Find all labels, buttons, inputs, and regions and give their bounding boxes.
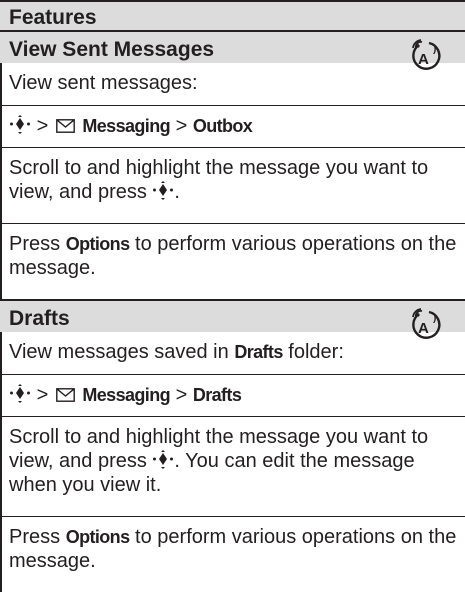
intro-line: View sent messages: — [2, 63, 465, 105]
instruction-step-2: Press Options to perform various operati… — [2, 223, 465, 299]
nav-key-icon — [9, 384, 31, 404]
options-key-label: Options — [65, 527, 130, 547]
step-text: Scroll to and highlight the message you … — [9, 157, 429, 203]
instruction-step-1: Scroll to and highlight the message you … — [2, 147, 465, 223]
table-header: Features — [0, 0, 465, 30]
instruction-step-2: Press Options to perform various operati… — [2, 516, 465, 592]
path-outbox: Outbox — [192, 116, 253, 136]
path-separator: > — [175, 115, 188, 137]
nav-key-icon — [152, 450, 174, 470]
intro-text: folder: — [288, 341, 344, 363]
drafts-label: Drafts — [234, 342, 283, 362]
path-separator: > — [36, 115, 49, 137]
envelope-icon — [56, 388, 75, 402]
intro-line: View messages saved in Drafts folder: — [2, 332, 465, 374]
section-title-text: View Sent Messages — [9, 38, 215, 61]
step-text: Press — [9, 526, 61, 548]
menu-path: > Messaging > Drafts — [2, 374, 465, 416]
section-title-text: Drafts — [9, 307, 70, 330]
features-table: Features View Sent Messages View sent me… — [0, 0, 465, 592]
intro-text: View messages saved in — [9, 341, 229, 363]
path-separator: > — [36, 384, 49, 406]
intro-text: View sent messages: — [9, 72, 198, 94]
envelope-icon — [56, 119, 75, 133]
step-text: Press — [9, 233, 61, 255]
path-separator: > — [175, 384, 188, 406]
menu-path: > Messaging > Outbox — [2, 105, 465, 147]
nav-key-icon — [9, 115, 31, 135]
section-title-drafts: Drafts — [0, 299, 465, 332]
options-key-label: Options — [65, 234, 130, 254]
step-text-end: . — [174, 181, 180, 203]
instruction-step-1: Scroll to and highlight the message you … — [2, 416, 465, 516]
nav-key-icon — [152, 181, 174, 201]
path-drafts: Drafts — [192, 385, 242, 405]
section-title-view-sent-messages: View Sent Messages — [0, 30, 465, 63]
path-messaging: Messaging — [82, 385, 170, 405]
network-dependent-feature-icon — [409, 39, 443, 73]
path-messaging: Messaging — [82, 116, 170, 136]
network-dependent-feature-icon — [409, 308, 443, 342]
header-title: Features — [9, 6, 97, 29]
